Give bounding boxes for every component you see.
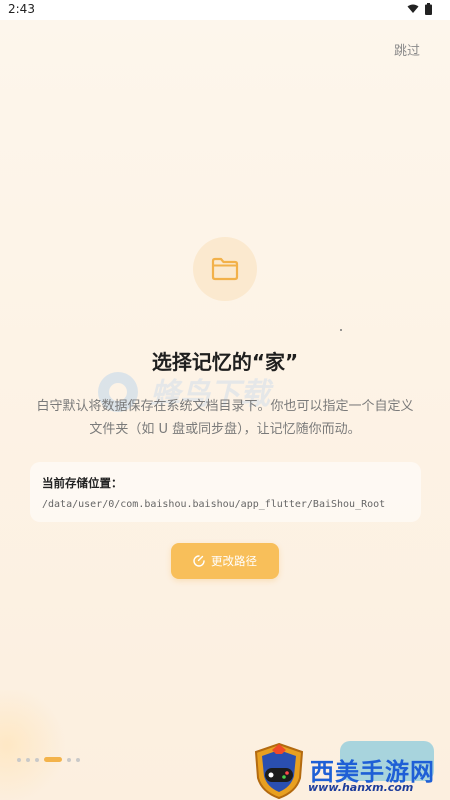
storage-location-path: /data/user/0/com.baishou.baishou/app_flu… (42, 499, 386, 510)
battery-icon (425, 3, 432, 15)
page-title: 选择记忆的“家” (151, 350, 299, 374)
status-bar: 2:43 (0, 0, 450, 20)
page-indicator (17, 757, 80, 762)
page-dot (76, 757, 80, 762)
decorative-dot (340, 329, 342, 331)
change-path-label: 更改路径 (211, 554, 257, 568)
gamepad-shield-logo (254, 742, 304, 800)
storage-location-label: 当前存储位置： (42, 476, 123, 490)
skip-button[interactable]: 跳过 (394, 40, 420, 59)
site-badge-url: www.hanxm.com (308, 781, 414, 794)
edit-icon (193, 555, 205, 567)
page-dot (26, 757, 30, 762)
change-path-button[interactable]: 更改路径 (171, 543, 279, 579)
status-time: 2:43 (8, 2, 35, 16)
page-dot (67, 757, 71, 762)
wifi-icon (407, 4, 419, 13)
page-dot-active (44, 757, 62, 762)
storage-location-card: 当前存储位置： /data/user/0/com.baishou.baishou… (30, 462, 421, 522)
page-description: 白守默认将数据保存在系统文档目录下。你也可以指定一个自定义文件夹（如 U 盘或同… (36, 399, 414, 437)
page-dot (17, 757, 21, 762)
decorative-glow (0, 690, 70, 800)
page-dot (35, 757, 39, 762)
folder-icon-badge (193, 237, 257, 301)
folder-icon (211, 257, 239, 281)
status-icons (407, 3, 432, 15)
